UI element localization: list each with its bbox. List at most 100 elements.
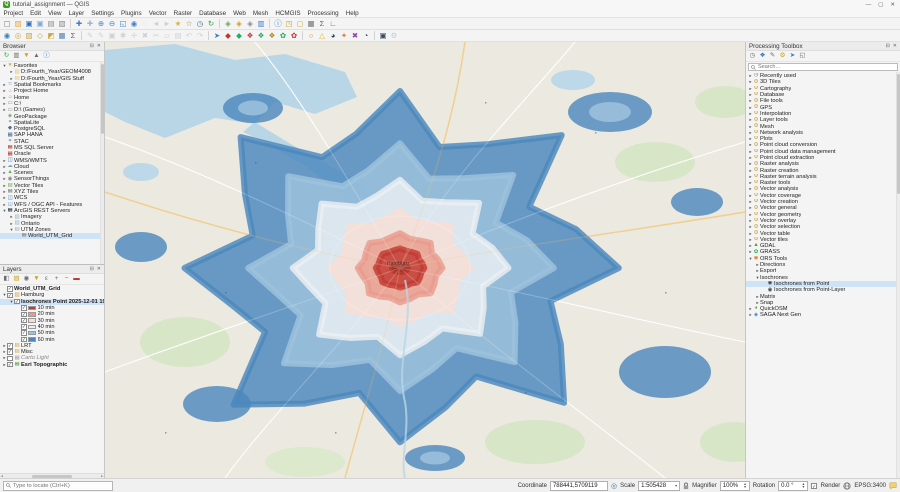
processing-toolbox-toggle-icon[interactable]: ⚙ — [389, 31, 399, 41]
menu-project[interactable]: Project — [0, 10, 27, 17]
zoom-in-icon[interactable]: ⊕ — [96, 19, 106, 29]
processing-search[interactable] — [748, 63, 898, 71]
dock-icon[interactable]: ⊟ — [90, 43, 94, 49]
layer-visibility-checkbox[interactable]: ✓ — [7, 343, 13, 349]
dock-icon[interactable]: ⊟ — [90, 266, 94, 272]
history-icon[interactable]: ◷ — [748, 52, 757, 61]
menu-edit[interactable]: Edit — [27, 10, 45, 17]
layer-visibility-checkbox[interactable]: ✓ — [14, 299, 20, 305]
crs-globe-icon[interactable] — [843, 482, 851, 490]
menu-view[interactable]: View — [44, 10, 65, 17]
pan-to-selection-icon[interactable]: ✚ — [85, 19, 95, 29]
select-by-polygon-icon[interactable]: ◇ — [35, 31, 45, 41]
plugin-red-1-icon[interactable]: ◆ — [223, 31, 233, 41]
zoom-next-icon[interactable]: ► — [162, 19, 172, 29]
options-icon[interactable]: ⚙ — [778, 52, 787, 61]
remove-layer-icon[interactable]: ▬ — [72, 275, 81, 284]
plugin-gold-icon[interactable]: ❖ — [267, 31, 277, 41]
deselect-features-icon[interactable]: ◻ — [295, 19, 305, 29]
layer-visibility-checkbox[interactable]: ✓ — [21, 305, 27, 311]
python-console-icon[interactable]: ➤ — [212, 31, 222, 41]
save-project-as-icon[interactable]: ▣ — [35, 19, 45, 29]
warning-triangle-icon[interactable]: △ — [317, 31, 327, 41]
show-layout-manager-icon[interactable]: ▧ — [57, 19, 67, 29]
zoom-out-icon[interactable]: ⊖ — [107, 19, 117, 29]
results-viewer-icon[interactable]: ◱ — [798, 52, 807, 61]
measure-line-icon[interactable]: ∟ — [328, 19, 338, 29]
refresh-browser-icon[interactable]: ↻ — [2, 52, 11, 61]
chevron-down-icon[interactable]: ▾ — [675, 483, 677, 488]
minimize-button[interactable]: — — [866, 2, 872, 8]
layer-visibility-checkbox[interactable]: ✓ — [7, 349, 13, 355]
properties-widget-icon[interactable]: ⓘ — [42, 52, 51, 61]
paste-features-icon[interactable]: ▤ — [173, 31, 183, 41]
add-selected-layers-icon[interactable]: ▥ — [12, 52, 21, 61]
delete-selected-icon[interactable]: ✖ — [140, 31, 150, 41]
vector-bender-icon[interactable]: ✖ — [350, 31, 360, 41]
manage-map-themes-icon[interactable]: ◉ — [22, 275, 31, 284]
new-virtual-layer-icon[interactable]: ◈ — [245, 19, 255, 29]
close-icon[interactable]: ✕ — [893, 43, 897, 49]
save-layer-edits-icon[interactable]: ▣ — [107, 31, 117, 41]
new-project-icon[interactable]: ▢ — [2, 19, 12, 29]
save-project-icon[interactable]: ▣ — [24, 19, 34, 29]
scale-combobox[interactable]: 1:505428▾ — [638, 481, 680, 491]
scrollbar-thumb[interactable] — [32, 475, 72, 478]
current-edits-icon[interactable]: ✎ — [85, 31, 95, 41]
menu-database[interactable]: Database — [196, 10, 230, 17]
processing-item-saga-next-gen[interactable]: ▸◈SAGA Next Gen — [746, 312, 900, 318]
open-table-icon[interactable]: ▦ — [57, 31, 67, 41]
menu-vector[interactable]: Vector — [145, 10, 170, 17]
zoom-to-native-resolution-icon[interactable]: ◉ — [129, 19, 139, 29]
close-button[interactable]: ✕ — [890, 2, 895, 8]
layer-esri-topographic[interactable]: ▸✓▦Esri Topographic — [0, 362, 104, 368]
messages-icon[interactable] — [889, 482, 897, 490]
toggle-editing-icon[interactable]: ✎ — [96, 31, 106, 41]
close-icon[interactable]: ✕ — [97, 266, 101, 272]
python-scripts-icon[interactable]: ➤ — [788, 52, 797, 61]
browser-item-world-utm-grid[interactable]: ▦World_UTM_Grid — [0, 233, 104, 239]
menu-hcmgis[interactable]: HCMGIS — [272, 10, 304, 17]
scroll-left-icon[interactable]: ◂ — [1, 474, 3, 478]
layer-visibility-checkbox[interactable]: ✓ — [21, 337, 27, 343]
select-features-icon[interactable]: ◳ — [284, 19, 294, 29]
collapse-all-icon[interactable]: − — [62, 275, 71, 284]
layer-visibility-checkbox[interactable] — [7, 356, 13, 362]
extents-toggle-icon[interactable]: ◎ — [611, 482, 617, 490]
filter-browser-icon[interactable]: ▼ — [22, 52, 31, 61]
layer-visibility-checkbox[interactable]: ✓ — [21, 318, 27, 324]
magnifier-spinbox[interactable]: 100%▲▼ — [720, 481, 750, 491]
processing-search-input[interactable] — [758, 64, 895, 70]
browser-scrollbar[interactable] — [100, 62, 104, 264]
new-print-layout-icon[interactable]: ▤ — [46, 19, 56, 29]
menu-layer[interactable]: Layer — [65, 10, 88, 17]
zoom-full-extent-icon[interactable]: ◱ — [118, 19, 128, 29]
menu-raster[interactable]: Raster — [170, 10, 196, 17]
hcmgis-basemap-icon[interactable]: ▣ — [378, 31, 388, 41]
scroll-right-icon[interactable]: ▸ — [101, 474, 103, 478]
maximize-button[interactable]: ▢ — [878, 2, 883, 8]
layer-isochrones-point-2025-12-01-19-21-5[interactable]: ▾✓Isochrones Point 2025-12-01 19:21:5 — [0, 299, 104, 305]
zoom-to-selection-icon[interactable]: ◌ — [140, 19, 150, 29]
ors-tools-icon[interactable]: ○ — [306, 31, 316, 41]
layer-visibility-checkbox[interactable]: ✓ — [7, 286, 13, 292]
locate-input[interactable] — [13, 483, 110, 489]
redo-icon[interactable]: ↷ — [195, 31, 205, 41]
map-canvas[interactable]: Hamburg — [105, 42, 745, 478]
add-group-icon[interactable]: ▨ — [12, 275, 21, 284]
processing-scrollbar[interactable] — [896, 72, 900, 478]
zoom-last-icon[interactable]: ◄ — [151, 19, 161, 29]
expand-all-icon[interactable]: + — [52, 275, 61, 284]
layer-visibility-checkbox[interactable]: ✓ — [21, 324, 27, 330]
plugin-flower-red-icon[interactable]: ✿ — [289, 31, 299, 41]
layer-visibility-checkbox[interactable]: ✓ — [7, 362, 13, 368]
cut-features-icon[interactable]: ✂ — [151, 31, 161, 41]
data-source-manager-icon[interactable]: ▥ — [256, 19, 266, 29]
plugin-red-2-icon[interactable]: ❖ — [245, 31, 255, 41]
coordinate-field[interactable]: 788441,5709119 — [550, 481, 608, 491]
dock-icon[interactable]: ⊟ — [886, 43, 890, 49]
rotation-spinbox[interactable]: 0.0 °▲▼ — [778, 481, 808, 491]
menu-mesh[interactable]: Mesh — [249, 10, 271, 17]
lock-icon[interactable] — [683, 482, 689, 490]
plugin-green-1-icon[interactable]: ◆ — [234, 31, 244, 41]
